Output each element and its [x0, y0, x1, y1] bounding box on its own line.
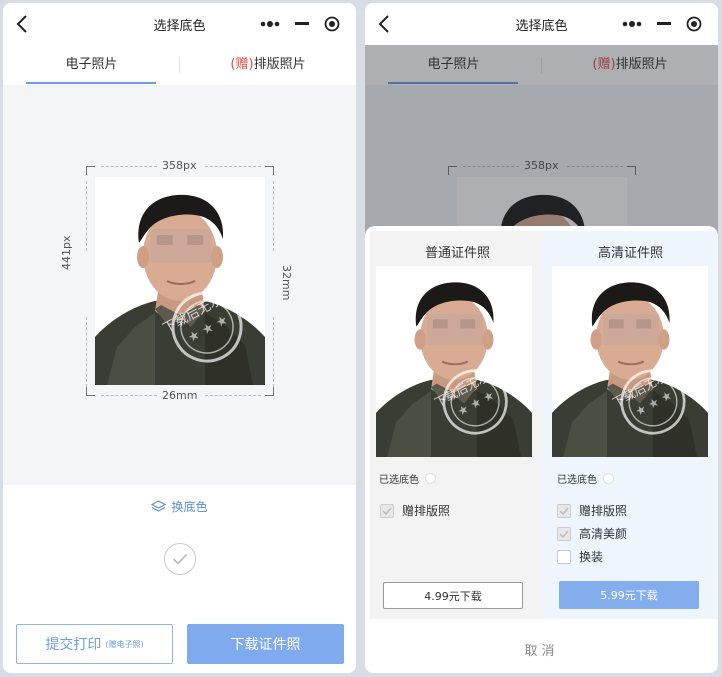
width-px-label: 358px	[162, 159, 197, 172]
download-id-photo-label: 下载证件照	[230, 637, 301, 653]
selected-bg-row: 已选底色	[379, 471, 436, 486]
cancel-label: 取消	[524, 644, 559, 659]
tab-electronic-photo[interactable]: 电子照片	[3, 45, 180, 85]
guide-line	[205, 166, 261, 167]
submit-print-sub: (赠电子照)	[105, 639, 144, 649]
corner-bracket	[265, 387, 274, 396]
width-mm-label: 26mm	[162, 389, 198, 402]
more-dots-icon[interactable]	[616, 10, 648, 38]
nav-bar: 选择底色	[365, 3, 718, 45]
guide-line	[101, 166, 157, 167]
submit-print-label: 提交打印	[45, 637, 102, 653]
option-hd-beauty[interactable]: 高清美颜	[557, 525, 627, 542]
checkbox-checked[interactable]	[380, 503, 394, 518]
corner-bracket	[86, 387, 95, 396]
option-gift-layout-label: 赠排版照	[579, 504, 628, 518]
option-change-outfit[interactable]: 换装	[557, 548, 603, 565]
guide-line	[86, 317, 87, 387]
phone-right: 选择底色 电子照片 (赠)排版照片 358px 普通证件照 下载后无水印 已选底…	[365, 3, 718, 673]
checkbox-checked[interactable]	[557, 503, 571, 518]
minimize-icon[interactable]	[652, 10, 676, 38]
tab-electronic-label: 电子照片	[65, 57, 118, 72]
checkbox-unchecked[interactable]	[557, 549, 571, 564]
selected-bg-label: 已选底色	[557, 475, 597, 486]
option-gift-layout-label: 赠排版照	[402, 504, 451, 518]
normal-download-label: 4.99元下载	[424, 589, 482, 603]
normal-photo-title: 普通证件照	[424, 246, 490, 261]
guide-line	[101, 395, 157, 396]
tab-layout-photo[interactable]: (赠)排版照片	[180, 45, 356, 85]
gift-badge: (赠)	[230, 57, 254, 72]
change-background-label: 换底色	[171, 500, 208, 514]
normal-download-button[interactable]: 4.99元下载	[383, 582, 523, 609]
tab-active-underline	[26, 82, 156, 84]
guide-line	[273, 317, 274, 387]
hd-photo-title: 高清证件照	[597, 246, 663, 261]
tab-layout-label: 排版照片	[253, 57, 306, 72]
download-id-photo-button[interactable]: 下载证件照	[187, 624, 344, 664]
nav-bar: 选择底色	[3, 3, 356, 45]
height-px-label: 441px	[60, 235, 73, 271]
checkbox-checked[interactable]	[557, 526, 571, 541]
selected-bg-label: 已选底色	[379, 475, 419, 486]
capsule-menu	[610, 10, 710, 38]
capsule-menu	[248, 10, 348, 38]
normal-photo-preview: 下载后无水印	[376, 266, 532, 457]
hd-download-label: 5.99元下载	[600, 589, 658, 602]
option-gift-layout[interactable]: 赠排版照	[380, 502, 450, 519]
close-target-icon[interactable]	[682, 10, 706, 38]
selected-bg-swatch	[603, 473, 614, 484]
download-options-sheet: 普通证件照 下载后无水印 已选底色 赠排版照 4.99元下载 高清证件照 下载后…	[365, 226, 718, 673]
guide-line	[86, 181, 87, 251]
phone-left: 选择底色 电子照片 (赠)排版照片 358px 26mm 441px 32mm	[3, 3, 356, 673]
selected-bg-row: 已选底色	[557, 471, 614, 486]
option-gift-layout[interactable]: 赠排版照	[557, 502, 627, 519]
selected-bg-swatch	[425, 473, 436, 484]
close-target-icon[interactable]	[320, 10, 344, 38]
option-hd-beauty-label: 高清美颜	[579, 527, 628, 541]
corner-bracket	[265, 166, 274, 175]
more-dots-icon[interactable]	[254, 10, 286, 38]
minimize-icon[interactable]	[290, 10, 314, 38]
cancel-button[interactable]: 取消	[365, 640, 718, 659]
guide-line	[205, 395, 261, 396]
option-change-outfit-label: 换装	[579, 550, 604, 564]
change-background-button[interactable]: 换底色	[3, 498, 356, 515]
photo-preview-area: 358px 26mm 441px 32mm 下载后无水印	[3, 85, 356, 485]
check-icon	[164, 543, 196, 575]
normal-photo-card[interactable]: 普通证件照 下载后无水印 已选底色 赠排版照 4.99元下载	[370, 231, 545, 619]
layers-icon	[151, 499, 167, 512]
corner-bracket	[86, 166, 95, 175]
height-mm-label: 32mm	[280, 265, 293, 301]
hd-download-button[interactable]: 5.99元下载	[559, 581, 699, 609]
tab-bar: 电子照片 (赠)排版照片	[3, 45, 356, 85]
guide-line	[273, 181, 274, 251]
id-photo: 下载后无水印	[95, 177, 265, 385]
hd-photo-preview: 下载后无水印	[552, 266, 708, 457]
hd-photo-card[interactable]: 高清证件照 下载后无水印 已选底色 赠排版照 高清美颜 换装 5.99元下载	[543, 231, 718, 619]
submit-print-button[interactable]: 提交打印 (赠电子照)	[16, 624, 173, 664]
